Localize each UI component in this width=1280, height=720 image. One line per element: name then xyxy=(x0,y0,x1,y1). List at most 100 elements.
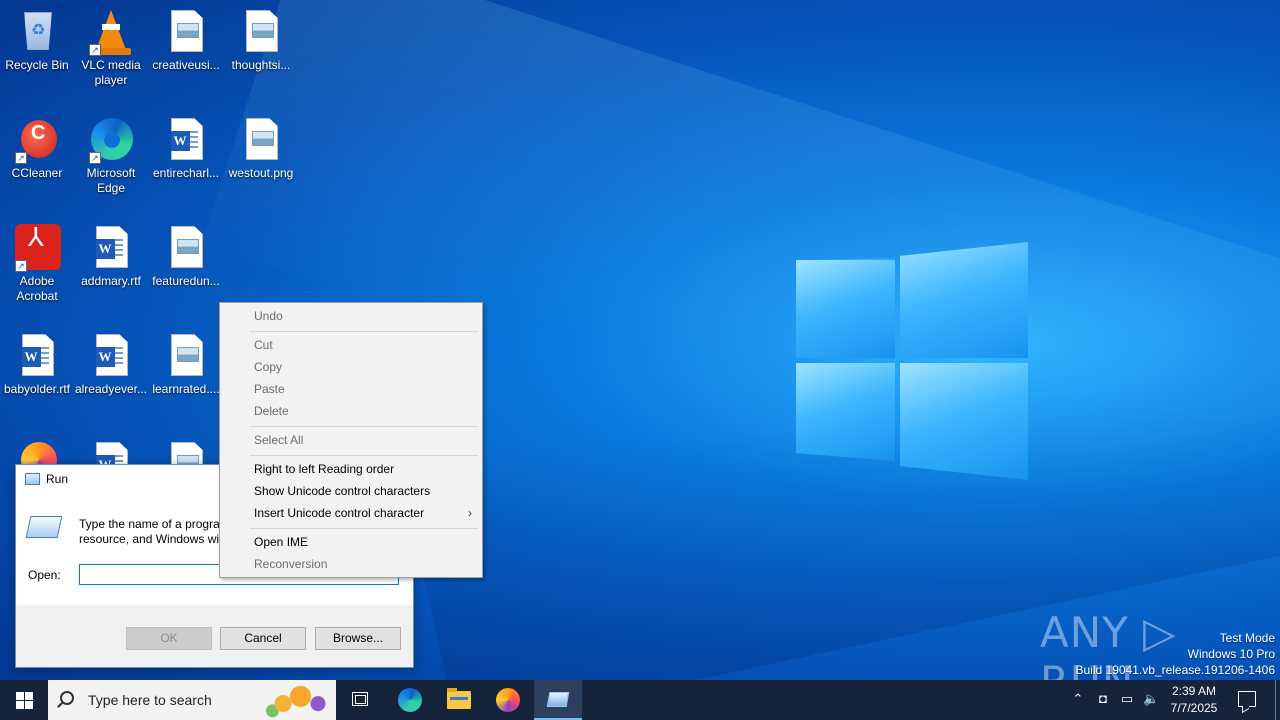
cancel-button[interactable]: Cancel xyxy=(220,627,306,650)
taskbar-search-box[interactable]: Type here to search xyxy=(48,680,336,720)
run-program-icon xyxy=(25,516,63,538)
test-mode-text: Test Mode Windows 10 Pro Build 19041.vb_… xyxy=(1076,630,1276,678)
edge-icon xyxy=(398,688,422,712)
menu-item-copy[interactable]: Copy xyxy=(220,356,482,378)
build-label: Build 19041.vb_release.191206-1406 xyxy=(1075,663,1276,677)
desktop-icon-label: babyolder.rtf xyxy=(3,382,71,396)
logo-pane xyxy=(796,260,895,358)
word-document-icon: W xyxy=(162,116,210,164)
desktop-icon-label: Adobe Acrobat xyxy=(16,274,58,303)
desktop-icon-label: westout.png xyxy=(228,166,294,180)
task-view-button[interactable] xyxy=(336,680,384,720)
open-label: Open: xyxy=(28,568,61,582)
menu-item-show-unicode-control[interactable]: Show Unicode control characters xyxy=(220,480,482,502)
logo-pane xyxy=(796,363,895,461)
menu-separator xyxy=(250,331,478,332)
logo-pane xyxy=(900,242,1028,358)
desktop-icon-label: Microsoft Edge xyxy=(86,166,136,195)
run-icon xyxy=(546,692,570,707)
search-highlight-icon xyxy=(262,682,332,718)
task-view-icon xyxy=(352,692,368,706)
desktop-icon-label: featuredun... xyxy=(152,274,220,288)
menu-item-open-ime[interactable]: Open IME xyxy=(220,531,482,553)
volume-icon[interactable]: 🔈 xyxy=(1143,691,1159,707)
desktop-icon-alreadyever[interactable]: W alreadyever... xyxy=(74,332,148,397)
image-file-icon xyxy=(162,224,210,272)
browse-button[interactable]: Browse... xyxy=(315,627,401,650)
taskbar-run-button[interactable] xyxy=(534,680,582,720)
desktop[interactable]: Recycle Bin ↗ VLC media player creativeu… xyxy=(0,0,1280,680)
taskbar: Type here to search ⌃ ◘ ▭ 🔈 2:39 AM 7/7/… xyxy=(0,680,1280,720)
menu-item-rtl-reading-order[interactable]: Right to left Reading order xyxy=(220,458,482,480)
show-desktop-button[interactable] xyxy=(1275,680,1276,720)
acrobat-icon: ↗ xyxy=(13,224,61,272)
run-icon xyxy=(25,473,40,485)
meet-now-icon[interactable]: ◘ xyxy=(1095,691,1111,707)
desktop-icon-label: VLC media player xyxy=(81,58,141,87)
ok-button[interactable]: OK xyxy=(126,627,212,650)
desktop-icon-label: Recycle Bin xyxy=(5,58,69,72)
menu-item-undo[interactable]: Undo xyxy=(220,305,482,327)
desktop-icon-vlc[interactable]: ↗ VLC media player xyxy=(74,8,148,88)
desktop-icon-label: thoughtsi... xyxy=(231,58,291,72)
desktop-icon-babyolder[interactable]: W babyolder.rtf xyxy=(0,332,74,397)
image-file-icon xyxy=(237,8,285,56)
windows-start-icon xyxy=(25,692,33,700)
menu-item-label: Insert Unicode control character xyxy=(254,506,425,520)
menu-separator xyxy=(250,528,478,529)
word-document-icon: W xyxy=(87,332,135,380)
start-button[interactable] xyxy=(0,680,48,720)
desktop-icon-entirecharl[interactable]: W entirecharl... xyxy=(149,116,223,181)
desktop-icon-learnrated[interactable]: learnrated.... xyxy=(149,332,223,397)
word-document-icon: W xyxy=(87,224,135,272)
desktop-icon-adobe-acrobat[interactable]: ↗ Adobe Acrobat xyxy=(0,224,74,304)
taskbar-firefox-button[interactable] xyxy=(484,680,532,720)
desktop-icon-thoughtsi[interactable]: thoughtsi... xyxy=(224,8,298,73)
word-document-icon: W xyxy=(13,332,61,380)
image-file-icon xyxy=(237,116,285,164)
run-dialog-title: Run xyxy=(46,472,69,486)
firefox-icon xyxy=(496,688,520,712)
desktop-icon-featuredun[interactable]: featuredun... xyxy=(149,224,223,289)
chevron-up-icon[interactable]: ⌃ xyxy=(1070,691,1086,707)
desktop-icon-addmary[interactable]: W addmary.rtf xyxy=(74,224,148,289)
search-placeholder: Type here to search xyxy=(88,692,212,708)
logo-pane xyxy=(900,363,1028,480)
desktop-icon-creativeusi[interactable]: creativeusi... xyxy=(149,8,223,73)
edge-icon: ↗ xyxy=(87,116,135,164)
desktop-icon-label: learnrated.... xyxy=(152,382,220,396)
desktop-icon-recycle-bin[interactable]: Recycle Bin xyxy=(0,8,74,73)
menu-item-reconversion[interactable]: Reconversion xyxy=(220,553,482,575)
file-explorer-icon xyxy=(447,688,471,709)
windows-logo-wallpaper xyxy=(796,242,1028,480)
desktop-icon-label: entirecharl... xyxy=(152,166,220,180)
menu-item-cut[interactable]: Cut xyxy=(220,334,482,356)
desktop-icon-label: CCleaner xyxy=(11,166,63,180)
taskbar-file-explorer-button[interactable] xyxy=(435,680,483,720)
desktop-icon-westout[interactable]: westout.png xyxy=(224,116,298,181)
notification-icon[interactable] xyxy=(1238,691,1256,707)
desktop-icon-ccleaner[interactable]: ↗ CCleaner xyxy=(0,116,74,181)
desktop-icon-label: addmary.rtf xyxy=(81,274,141,288)
menu-item-select-all[interactable]: Select All xyxy=(220,429,482,451)
menu-item-delete[interactable]: Delete xyxy=(220,400,482,422)
clock-time: 2:39 AM xyxy=(1171,684,1217,698)
windows-edition-label: Windows 10 Pro xyxy=(1187,647,1275,661)
windows-start-icon xyxy=(25,701,33,709)
menu-item-insert-unicode-control[interactable]: Insert Unicode control character › xyxy=(220,502,482,524)
context-menu[interactable]: Undo Cut Copy Paste Delete Select All Ri… xyxy=(219,302,483,578)
image-file-icon xyxy=(162,8,210,56)
search-icon xyxy=(60,691,74,705)
taskbar-clock[interactable]: 2:39 AM 7/7/2025 xyxy=(1164,683,1224,717)
network-icon[interactable]: ▭ xyxy=(1119,691,1135,707)
vlc-icon: ↗ xyxy=(87,8,135,56)
chevron-right-icon: › xyxy=(468,506,472,520)
menu-separator xyxy=(250,455,478,456)
menu-item-paste[interactable]: Paste xyxy=(220,378,482,400)
windows-start-icon xyxy=(16,701,24,709)
ccleaner-icon: ↗ xyxy=(13,116,61,164)
desktop-icon-edge[interactable]: ↗ Microsoft Edge xyxy=(74,116,148,196)
taskbar-edge-button[interactable] xyxy=(386,680,434,720)
desktop-icon-label: creativeusi... xyxy=(152,58,220,72)
clock-date: 7/7/2025 xyxy=(1170,701,1218,715)
